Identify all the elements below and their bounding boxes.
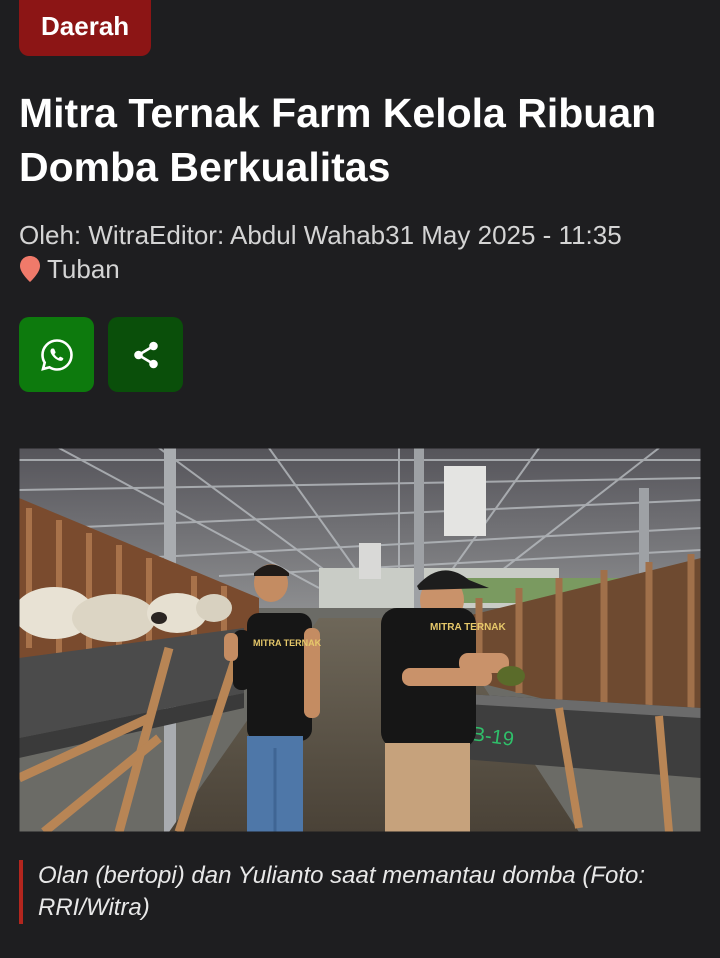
- svg-text:MITRA TERNAK: MITRA TERNAK: [430, 622, 507, 633]
- share-icon: [133, 341, 158, 368]
- editor-name: Abdul Wahab: [229, 220, 386, 250]
- author-label: Oleh:: [19, 220, 89, 250]
- article-location: Tuban: [19, 252, 120, 286]
- article-photo: B-19 MITRA TERNAK MITRA TERNAK: [19, 448, 701, 832]
- share-button[interactable]: [108, 317, 183, 392]
- category-badge[interactable]: Daerah: [19, 0, 152, 56]
- article-meta: Oleh: WitraEditor: Abdul Wahab31 May 202…: [19, 218, 709, 252]
- article-page: Daerah Mitra Ternak Farm Kelola Ribuan D…: [0, 0, 720, 958]
- editor-label: Editor:: [149, 220, 230, 250]
- location-label: Tuban: [47, 254, 120, 284]
- svg-text:MITRA TERNAK: MITRA TERNAK: [253, 638, 322, 648]
- photo-caption: Olan (bertopi) dan Yulianto saat memanta…: [19, 860, 701, 924]
- whatsapp-share-button[interactable]: [19, 317, 94, 392]
- share-buttons: [19, 317, 183, 392]
- article-title: Mitra Ternak Farm Kelola Ribuan Domba Be…: [19, 90, 657, 190]
- publish-date: 31 May 2025 - 11:35: [385, 220, 622, 250]
- sheep-farm-photo: B-19 MITRA TERNAK MITRA TERNAK: [19, 448, 701, 832]
- author-name: Witra: [88, 220, 150, 250]
- map-pin-icon: [20, 256, 40, 282]
- whatsapp-icon: [40, 338, 73, 371]
